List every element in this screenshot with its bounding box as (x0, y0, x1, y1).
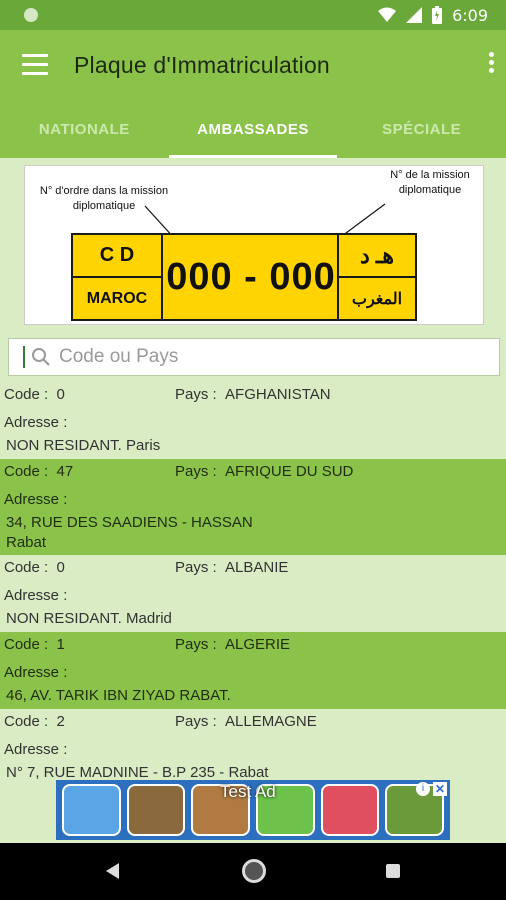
back-icon[interactable] (106, 863, 119, 879)
adresse-label: Adresse : (4, 741, 68, 758)
embassy-list: Code : 0 Pays : AFGHANISTAN Adresse : NO… (0, 382, 506, 780)
list-item[interactable]: Code : 0 Pays : AFGHANISTAN Adresse : NO… (0, 382, 506, 459)
adresse-value: 46, AV. TARIK IBN ZIYAD RABAT. (6, 687, 231, 704)
recent-apps-icon[interactable] (386, 864, 400, 878)
code-value: 0 (56, 559, 65, 576)
search-icon (32, 348, 50, 366)
plate-maroc: MAROC (71, 276, 163, 321)
pays-label: Pays : (175, 636, 217, 653)
plate-arabic-bottom: المغرب (337, 276, 417, 321)
pays-label: Pays : (175, 463, 217, 480)
plate-arabic-top: هـ د (337, 233, 417, 278)
code-value: 47 (56, 463, 74, 480)
tab-bar: NATIONALE AMBASSADES SPÉCIALE (0, 100, 506, 158)
list-item[interactable]: Code : 1 Pays : ALGERIE Adresse : 46, AV… (0, 632, 506, 709)
pays-value: ALLEMAGNE (225, 713, 317, 730)
ad-label: Test Ad (220, 782, 276, 801)
pays-value: AFGHANISTAN (225, 386, 331, 403)
close-icon[interactable]: ✕ (433, 782, 447, 796)
text-cursor (23, 346, 25, 368)
adresse-value: N° 7, RUE MADNINE - B.P 235 - Rabat (6, 764, 269, 780)
ad-game-tile[interactable] (126, 784, 186, 836)
ad-game-tile[interactable] (320, 784, 380, 836)
search-placeholder: Code ou Pays (59, 346, 179, 367)
notification-icon (24, 8, 38, 22)
code-value: 0 (56, 386, 65, 403)
list-item[interactable]: Code : 47 Pays : AFRIQUE DU SUD Adresse … (0, 459, 506, 555)
pays-label: Pays : (175, 713, 217, 730)
plate-diagram: N° d'ordre dans la mission diplomatique … (24, 165, 484, 325)
pays-label: Pays : (175, 386, 217, 403)
tab-ambassades[interactable]: AMBASSADES (168, 100, 338, 158)
code-value: 1 (56, 636, 65, 653)
adresse-value: NON RESIDANT. Madrid (6, 610, 172, 627)
page-title: Plaque d'Immatriculation (74, 52, 330, 78)
more-vert-icon[interactable] (486, 52, 496, 78)
adresse-value: 34, RUE DES SAADIENS - HASSAN Rabat (6, 514, 253, 551)
adresse-label: Adresse : (4, 414, 68, 431)
code-label: Code : (4, 559, 49, 576)
ad-game-tile[interactable] (62, 784, 121, 836)
pays-value: AFRIQUE DU SUD (225, 463, 354, 480)
system-nav-bar (0, 843, 506, 900)
list-item[interactable]: Code : 2 Pays : ALLEMAGNE Adresse : N° 7… (0, 709, 506, 780)
adresse-label: Adresse : (4, 587, 68, 604)
code-label: Code : (4, 463, 49, 480)
list-item[interactable]: Code : 0 Pays : ALBANIE Adresse : NON RE… (0, 555, 506, 632)
code-label: Code : (4, 386, 49, 403)
info-icon[interactable]: i (416, 782, 430, 796)
status-time: 6:09 (452, 5, 488, 25)
ad-banner[interactable]: Test Ad i ✕ (56, 780, 450, 840)
pays-label: Pays : (175, 559, 217, 576)
plate-number: 000 - 000 (166, 255, 336, 298)
adresse-label: Adresse : (4, 491, 68, 508)
tab-speciale[interactable]: SPÉCIALE (337, 100, 506, 158)
pays-value: ALBANIE (225, 559, 289, 576)
license-plate: C D MAROC 000 - 000 هـ د المغرب (71, 233, 417, 321)
status-bar: 6:09 (0, 0, 506, 30)
code-label: Code : (4, 713, 49, 730)
app-bar: Plaque d'Immatriculation (0, 30, 506, 100)
tab-nationale[interactable]: NATIONALE (0, 100, 169, 158)
code-value: 2 (56, 713, 65, 730)
plate-cd: C D (71, 233, 163, 278)
code-label: Code : (4, 636, 49, 653)
adresse-value: NON RESIDANT. Paris (6, 437, 161, 454)
home-icon[interactable] (242, 859, 266, 883)
battery-icon (432, 6, 443, 24)
wifi-icon (378, 7, 397, 22)
pays-value: ALGERIE (225, 636, 291, 653)
hamburger-icon[interactable] (22, 54, 48, 76)
signal-icon (406, 7, 423, 23)
search-input[interactable]: Code ou Pays (8, 338, 500, 376)
adresse-label: Adresse : (4, 664, 68, 681)
